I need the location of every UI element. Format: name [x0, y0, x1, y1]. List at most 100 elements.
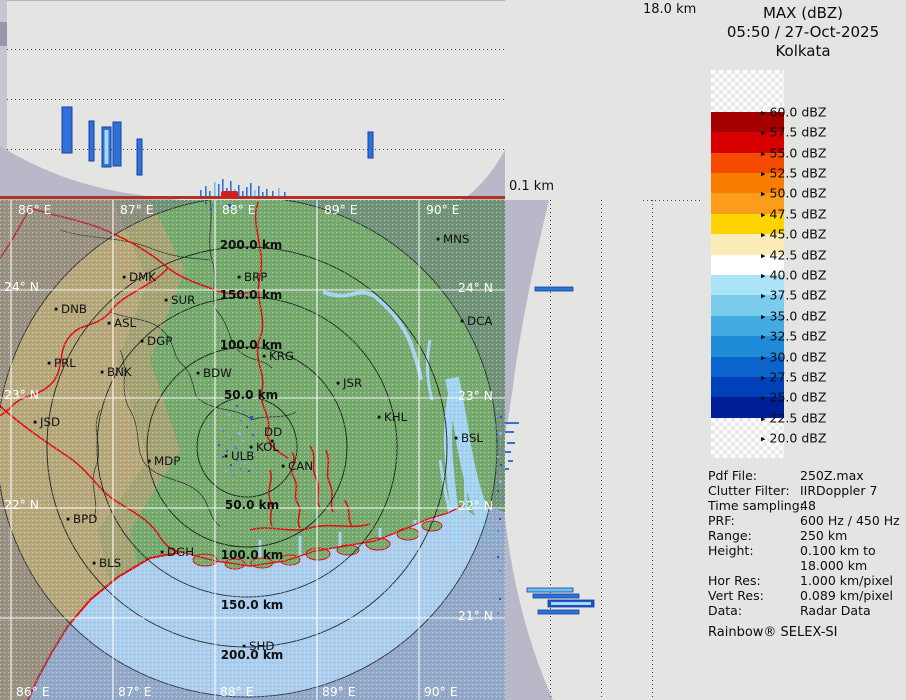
city-dot: [243, 645, 246, 648]
legend-title: MAX (dBZ) 05:50 / 27-Oct-2025 Kolkata: [700, 4, 906, 61]
echo-tick: [284, 192, 286, 196]
longitude-label: 86° E: [16, 685, 49, 699]
echo-pixel: [228, 414, 230, 416]
echo-pixel: [495, 424, 497, 426]
metadata-label: Data:: [708, 603, 742, 618]
echo-tick: [507, 442, 515, 444]
city-code-label: DGH: [167, 545, 194, 559]
metadata-label: Pdf File:: [708, 468, 757, 483]
metadata-value: 48: [800, 498, 816, 513]
city-dot: [455, 437, 458, 440]
height-min-label: 0.1 km: [509, 179, 554, 194]
city-code-label: BSL: [461, 431, 483, 445]
metadata-value: 1.000 km/pixel: [800, 573, 893, 588]
city-code-label: DCA: [467, 314, 492, 328]
city-dot: [238, 276, 241, 279]
product-name: MAX (dBZ): [700, 4, 906, 23]
city-dot: [437, 238, 440, 241]
echo-tick: [258, 186, 260, 196]
echo-pixel: [500, 498, 502, 500]
city-code-label: PRL: [54, 356, 76, 370]
city-dot: [141, 340, 144, 343]
echo-tick: [505, 431, 514, 433]
metadata-label: Time sampling:: [708, 498, 804, 513]
city-dot: [282, 465, 285, 468]
latitude-label: 24° N: [4, 280, 39, 294]
dbz-value: 52.5 dBZ: [770, 166, 827, 181]
echo-pixel: [497, 408, 499, 410]
metadata-row: PRF:600 Hz / 450 Hz: [700, 513, 906, 528]
tick-arrow-icon: ▸: [761, 394, 766, 404]
metadata-value: 18.000 km: [800, 558, 867, 573]
dbz-threshold-label: ▸25.0 dBZ: [761, 390, 826, 405]
dbz-threshold-label: ▸35.0 dBZ: [761, 308, 826, 323]
echo-pixel: [500, 464, 502, 466]
metadata-row: Range:250 km: [700, 528, 906, 543]
dbz-threshold-label: ▸20.0 dBZ: [761, 431, 826, 446]
city-dot: [123, 276, 126, 279]
metadata-value: 250Z.max: [800, 468, 864, 483]
terrain-baseline: [0, 196, 505, 199]
city-code-label: JSD: [39, 415, 60, 429]
city-dot: [67, 518, 70, 521]
echo-column: [535, 287, 573, 291]
city-code-label: KOL: [256, 440, 279, 454]
metadata-row: Time sampling:48: [700, 498, 906, 513]
metadata-value: 250 km: [800, 528, 847, 543]
city-dot: [197, 372, 200, 375]
height-max-label: 18.0 km: [643, 2, 696, 17]
dbz-value: 32.5 dBZ: [770, 329, 827, 344]
echo-column: [89, 121, 94, 161]
city-code-label: KHL: [384, 410, 408, 424]
city-code-label: CAN: [288, 459, 313, 473]
city-dot: [93, 562, 96, 565]
echo-tick: [278, 188, 280, 196]
echo-column: [533, 594, 579, 598]
metadata-row: Height:0.100 km to: [700, 543, 906, 558]
echo-pixel: [222, 430, 224, 432]
longitude-label: 89° E: [322, 685, 355, 699]
metadata-value: Radar Data: [800, 603, 871, 618]
longitude-label: 87° E: [120, 203, 153, 217]
city-dot: [148, 460, 151, 463]
dbz-value: 47.5 dBZ: [770, 206, 827, 221]
metadata-label: Hor Res:: [708, 573, 761, 588]
echo-tick: [505, 422, 519, 424]
dbz-value: 60.0 dBZ: [770, 104, 827, 119]
echo-pixel: [499, 518, 501, 520]
longitude-label: 90° E: [426, 203, 459, 217]
radar-display: 18.0 km 0.1 km: [0, 0, 906, 700]
echo-pixel: [240, 468, 242, 470]
city-dot: [165, 299, 168, 302]
echo-pixel: [238, 432, 241, 435]
city-code-label: JSR: [342, 376, 362, 390]
dbz-threshold-label: ▸42.5 dBZ: [761, 247, 826, 262]
echo-pixel: [496, 508, 498, 510]
echo-pixel: [230, 438, 232, 440]
echo-tick: [209, 191, 211, 196]
echo-pixel: [246, 426, 248, 428]
echo-pixel: [497, 612, 499, 614]
city-dot: [337, 382, 340, 385]
metadata-row: Hor Res: 1.000 km/pixel: [700, 573, 906, 588]
echo-tick: [505, 468, 509, 470]
echo-column: [62, 107, 72, 153]
echo-pixel: [497, 490, 499, 492]
echo-column-core: [105, 130, 109, 164]
latitude-label: 24° N: [458, 281, 493, 295]
tick-arrow-icon: ▸: [761, 251, 766, 261]
echo-column-core: [551, 602, 591, 605]
city-code-label: BRP: [244, 270, 267, 284]
tick-arrow-icon: ▸: [761, 353, 766, 363]
echo-tick: [200, 190, 202, 196]
echo-pixel: [242, 440, 244, 442]
echo-pixel: [500, 448, 502, 450]
dbz-value: 37.5 dBZ: [770, 288, 827, 303]
metadata-value: 600 Hz / 450 Hz: [800, 513, 900, 528]
tick-arrow-icon: ▸: [761, 170, 766, 180]
city-code-label: DNB: [61, 302, 87, 316]
city-code-label: BNK: [107, 365, 132, 379]
echo-tick: [254, 190, 256, 196]
dbz-threshold-label: ▸37.5 dBZ: [761, 288, 826, 303]
echo-pixel: [218, 444, 220, 446]
